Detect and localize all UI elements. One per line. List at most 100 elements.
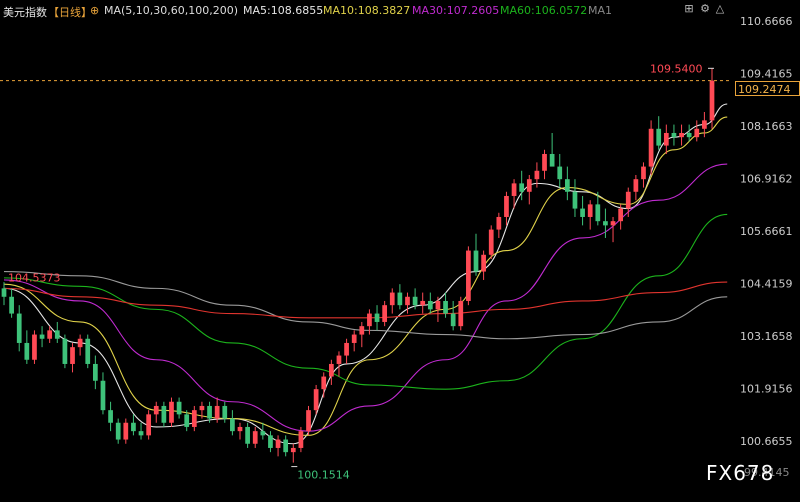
ma-line-ma60	[3, 213, 728, 390]
add-icon[interactable]: ⊞	[683, 3, 695, 15]
y-tick-label: 101.9156	[740, 383, 793, 396]
candle	[169, 397, 174, 427]
y-tick-label: 108.1663	[740, 120, 793, 133]
chart-header: 美元指数 【日线】 ⊕ MA(5,10,30,60,100,200) MA5:1…	[0, 0, 730, 20]
ma-params-label[interactable]: MA(5,10,30,60,100,200)	[104, 4, 238, 17]
candlestick-chart[interactable]: 110.6666 109.4165 108.1663 106.9162 105.6661…	[0, 0, 800, 498]
candle	[336, 351, 342, 377]
candle	[709, 68, 715, 129]
candle	[268, 431, 273, 453]
candle	[496, 212, 502, 238]
candle	[306, 405, 311, 436]
candle	[580, 195, 585, 226]
candle	[694, 120, 700, 142]
candle	[260, 422, 266, 440]
candle	[275, 435, 281, 457]
candle	[526, 174, 532, 205]
candle	[328, 359, 334, 385]
move-up-icon[interactable]: △	[714, 3, 726, 15]
period-selector[interactable]: 【日线】	[48, 4, 92, 20]
candle	[603, 208, 608, 238]
candle	[504, 191, 509, 226]
candle	[450, 300, 456, 331]
candle	[466, 246, 471, 306]
settings-icon[interactable]: ⊕	[90, 4, 99, 17]
ma1-label: MA1	[588, 4, 613, 17]
candle	[146, 410, 152, 440]
y-tick-label: 103.1658	[740, 330, 793, 343]
candle	[24, 330, 30, 364]
candle	[542, 149, 547, 180]
candle	[222, 401, 228, 423]
candle	[9, 288, 14, 318]
candle	[290, 443, 296, 463]
candle	[123, 418, 129, 444]
settings-gear-icon[interactable]: ⚙	[699, 3, 711, 15]
low-label: 100.1514	[297, 469, 350, 482]
candle	[625, 187, 631, 217]
candle	[191, 405, 197, 432]
candle	[488, 225, 494, 259]
candle	[100, 372, 106, 415]
candle	[237, 422, 243, 440]
current-price-tag: 109.2474	[735, 81, 800, 96]
ma-line-ma200	[3, 281, 728, 319]
candle	[321, 372, 327, 398]
candle	[671, 124, 677, 146]
y-tick-label: 100.6655	[740, 435, 793, 448]
y-tick-label: 110.6666	[740, 15, 793, 28]
candle	[435, 296, 441, 322]
chart-stage[interactable]: 110.6666 109.4165 108.1663 106.9162 105.6661…	[0, 0, 800, 498]
candle	[131, 414, 136, 436]
candle	[427, 292, 433, 314]
y-tick-label: 109.4165	[740, 67, 793, 80]
candle	[115, 418, 121, 444]
candle	[153, 401, 159, 423]
left-price-label: 104.5373	[8, 271, 61, 284]
candle	[458, 296, 464, 331]
candle	[77, 334, 83, 356]
ma-line-ma10	[3, 116, 728, 436]
candle	[252, 426, 258, 448]
candle	[54, 321, 60, 343]
candle	[85, 334, 91, 369]
high-label: 109.5400	[650, 62, 703, 75]
candle	[610, 216, 616, 243]
candle	[344, 338, 349, 364]
candle	[557, 153, 563, 188]
candle	[473, 233, 479, 276]
candle	[564, 166, 570, 201]
candle	[633, 174, 639, 201]
candle	[389, 288, 395, 314]
ma10-value: MA10:108.3827	[323, 4, 411, 17]
candle	[70, 342, 75, 373]
candle	[663, 124, 669, 154]
candle	[641, 162, 646, 188]
ma60-value: MA60:106.0572	[500, 4, 588, 17]
ma-line-ma5	[3, 103, 728, 445]
y-tick-label: 106.9162	[740, 172, 793, 185]
candle	[549, 132, 555, 167]
y-tick-label: 105.6661	[740, 225, 793, 238]
candle	[374, 305, 380, 331]
candle	[359, 321, 365, 348]
ma30-value: MA30:107.2605	[412, 4, 500, 17]
y-tick-label: 104.4159	[740, 278, 793, 291]
candle	[39, 326, 45, 348]
candle	[313, 384, 319, 415]
candle	[176, 397, 182, 419]
candle	[481, 250, 486, 280]
ma5-value: MA5:108.6855	[243, 4, 324, 17]
symbol-label: 美元指数	[3, 6, 47, 19]
candle	[420, 292, 426, 314]
candle	[572, 179, 578, 217]
candle	[62, 334, 68, 369]
candle	[351, 330, 357, 352]
candle	[32, 330, 37, 364]
candle	[16, 305, 22, 352]
ma-line-ma100	[3, 271, 728, 340]
candle	[397, 284, 403, 310]
candle	[161, 401, 167, 427]
candle	[283, 435, 289, 457]
candle	[230, 410, 235, 436]
